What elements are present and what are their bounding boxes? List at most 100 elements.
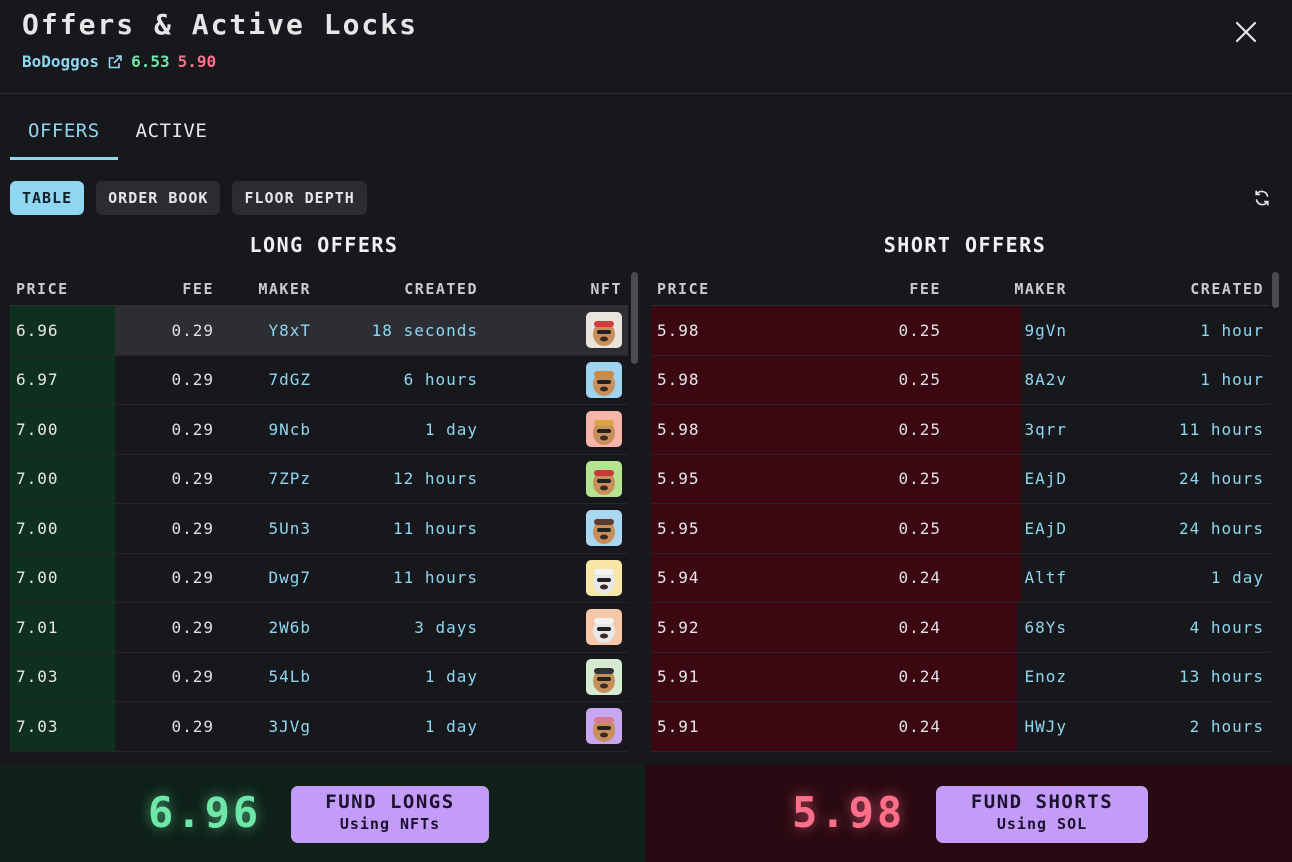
close-icon[interactable] (1232, 18, 1260, 46)
tab-offers[interactable]: OFFERS (10, 112, 118, 160)
offer-price: 7.00 (16, 469, 59, 489)
column-header-maker[interactable]: MAKER (947, 280, 1073, 298)
offer-maker-link[interactable]: 7dGZ (220, 370, 317, 389)
offer-maker-link[interactable]: 7ZPz (220, 469, 317, 488)
best-short-price: 5.98 (792, 788, 906, 837)
long-offer-row[interactable]: 7.00 0.29 9Ncb 1 day (10, 405, 628, 455)
short-offers-scrollbar[interactable] (1272, 272, 1279, 744)
offer-nft-cell (484, 312, 628, 349)
short-offer-row[interactable]: 5.94 0.24 Altf 1 day (651, 553, 1270, 603)
offer-maker-link[interactable]: Y8xT (220, 321, 317, 340)
short-offer-row[interactable]: 5.91 0.24 Enoz 13 hours (651, 652, 1270, 702)
short-offer-row[interactable]: 5.91 0.24 HWJy 2 hours (651, 702, 1270, 752)
offer-maker-link[interactable]: 54Lb (220, 667, 317, 686)
short-offer-row[interactable]: 5.98 0.25 3qrr 11 hours (651, 405, 1270, 455)
offer-price: 7.03 (16, 667, 59, 687)
offer-maker-link[interactable]: 68Ys (947, 618, 1073, 637)
offer-fee: 0.29 (171, 716, 214, 736)
nft-thumbnail[interactable] (586, 411, 622, 448)
short-offer-row[interactable]: 5.98 0.25 9gVn 1 hour (651, 306, 1270, 356)
offer-maker-link[interactable]: EAjD (947, 469, 1073, 488)
floor-short-price: 5.90 (177, 52, 217, 71)
offer-maker-link[interactable]: 3qrr (947, 420, 1073, 439)
offer-maker-link[interactable]: HWJy (947, 717, 1073, 736)
column-header-created[interactable]: CREATED (317, 280, 484, 298)
column-header-maker[interactable]: MAKER (220, 280, 317, 298)
fund-shorts-button[interactable]: FUND SHORTS Using SOL (936, 786, 1148, 843)
offer-maker-link[interactable]: Dwg7 (220, 568, 317, 587)
offer-created: 4 hours (1189, 617, 1264, 637)
offer-maker-link[interactable]: 2W6b (220, 618, 317, 637)
offer-maker-link[interactable]: Altf (947, 568, 1073, 587)
offer-maker-link[interactable]: 9gVn (947, 321, 1073, 340)
nft-thumbnail[interactable] (586, 361, 622, 398)
long-offer-row[interactable]: 7.00 0.29 Dwg7 11 hours (10, 553, 628, 603)
nft-thumbnail[interactable] (586, 609, 622, 646)
offer-created: 12 hours (392, 469, 478, 489)
offer-created: 11 hours (392, 568, 478, 588)
offer-price: 6.96 (16, 320, 59, 340)
short-offers-header: PRICE FEE MAKER CREATED (651, 272, 1270, 306)
refresh-icon[interactable] (1252, 188, 1272, 208)
nft-thumbnail[interactable] (586, 658, 622, 695)
collection-link[interactable]: BoDoggos (22, 52, 99, 71)
offer-fee: 0.25 (898, 320, 941, 340)
offer-price: 7.00 (16, 568, 59, 588)
short-offers-title: SHORT OFFERS (883, 233, 1047, 257)
order-book-view-button[interactable]: ORDER BOOK (96, 181, 221, 215)
nft-thumbnail[interactable] (586, 312, 622, 349)
fund-shorts-label: FUND SHORTS (970, 791, 1114, 813)
long-offer-row[interactable]: 7.01 0.29 2W6b 3 days (10, 603, 628, 653)
offer-price: 7.00 (16, 419, 59, 439)
offer-created: 13 hours (1178, 667, 1264, 687)
offer-fee: 0.25 (898, 370, 941, 390)
long-offer-row[interactable]: 6.96 0.29 Y8xT 18 seconds (10, 306, 628, 356)
nft-thumbnail[interactable] (586, 708, 622, 745)
long-offer-row[interactable]: 7.03 0.29 54Lb 1 day (10, 652, 628, 702)
long-offers-scroll-thumb[interactable] (631, 272, 638, 364)
long-offer-row[interactable]: 7.00 0.29 5Un3 11 hours (10, 504, 628, 554)
offer-fee: 0.29 (171, 320, 214, 340)
short-offer-row[interactable]: 5.95 0.25 EAjD 24 hours (651, 454, 1270, 504)
table-view-button[interactable]: TABLE (10, 181, 85, 215)
long-offer-row[interactable]: 7.03 0.29 3JVg 1 day (10, 702, 628, 752)
external-link-icon[interactable] (107, 54, 123, 70)
short-offer-row[interactable]: 5.98 0.25 8A2v 1 hour (651, 355, 1270, 405)
column-header-price[interactable]: PRICE (10, 280, 115, 298)
fund-longs-sublabel: Using NFTs (339, 815, 441, 833)
fund-longs-button[interactable]: FUND LONGS Using NFTs (291, 786, 489, 843)
offer-created: 24 hours (1178, 518, 1264, 538)
nft-thumbnail[interactable] (586, 510, 622, 547)
best-long-price: 6.96 (148, 788, 262, 837)
nft-thumbnail[interactable] (586, 460, 622, 497)
offer-maker-link[interactable]: 5Un3 (220, 519, 317, 538)
column-header-fee[interactable]: FEE (791, 280, 947, 298)
short-offer-row[interactable]: 5.92 0.24 68Ys 4 hours (651, 603, 1270, 653)
offer-fee: 0.24 (898, 617, 941, 637)
nft-thumbnail[interactable] (586, 559, 622, 596)
column-header-price[interactable]: PRICE (651, 280, 791, 298)
view-switcher: TABLE ORDER BOOK FLOOR DEPTH (10, 181, 367, 215)
offer-maker-link[interactable]: EAjD (947, 519, 1073, 538)
long-offers-scrollbar[interactable] (631, 272, 638, 744)
column-header-created[interactable]: CREATED (1073, 280, 1270, 298)
offer-fee: 0.25 (898, 518, 941, 538)
collection-summary: BoDoggos 6.53 5.90 (22, 52, 216, 71)
column-header-fee[interactable]: FEE (115, 280, 220, 298)
offer-price: 5.98 (657, 370, 700, 390)
offer-fee: 0.24 (898, 716, 941, 736)
long-offer-row[interactable]: 6.97 0.29 7dGZ 6 hours (10, 355, 628, 405)
offer-maker-link[interactable]: 3JVg (220, 717, 317, 736)
short-offer-row[interactable]: 5.95 0.25 EAjD 24 hours (651, 504, 1270, 554)
offer-maker-link[interactable]: 8A2v (947, 370, 1073, 389)
offer-nft-cell (484, 559, 628, 596)
short-offers-scroll-thumb[interactable] (1272, 272, 1279, 308)
tab-active[interactable]: ACTIVE (118, 112, 226, 160)
offer-maker-link[interactable]: Enoz (947, 667, 1073, 686)
floor-depth-view-button[interactable]: FLOOR DEPTH (232, 181, 367, 215)
long-offer-row[interactable]: 7.00 0.29 7ZPz 12 hours (10, 454, 628, 504)
floor-long-price: 6.53 (131, 52, 170, 71)
offer-created: 11 hours (1178, 419, 1264, 439)
offer-maker-link[interactable]: 9Ncb (220, 420, 317, 439)
offer-created: 1 day (424, 419, 478, 439)
